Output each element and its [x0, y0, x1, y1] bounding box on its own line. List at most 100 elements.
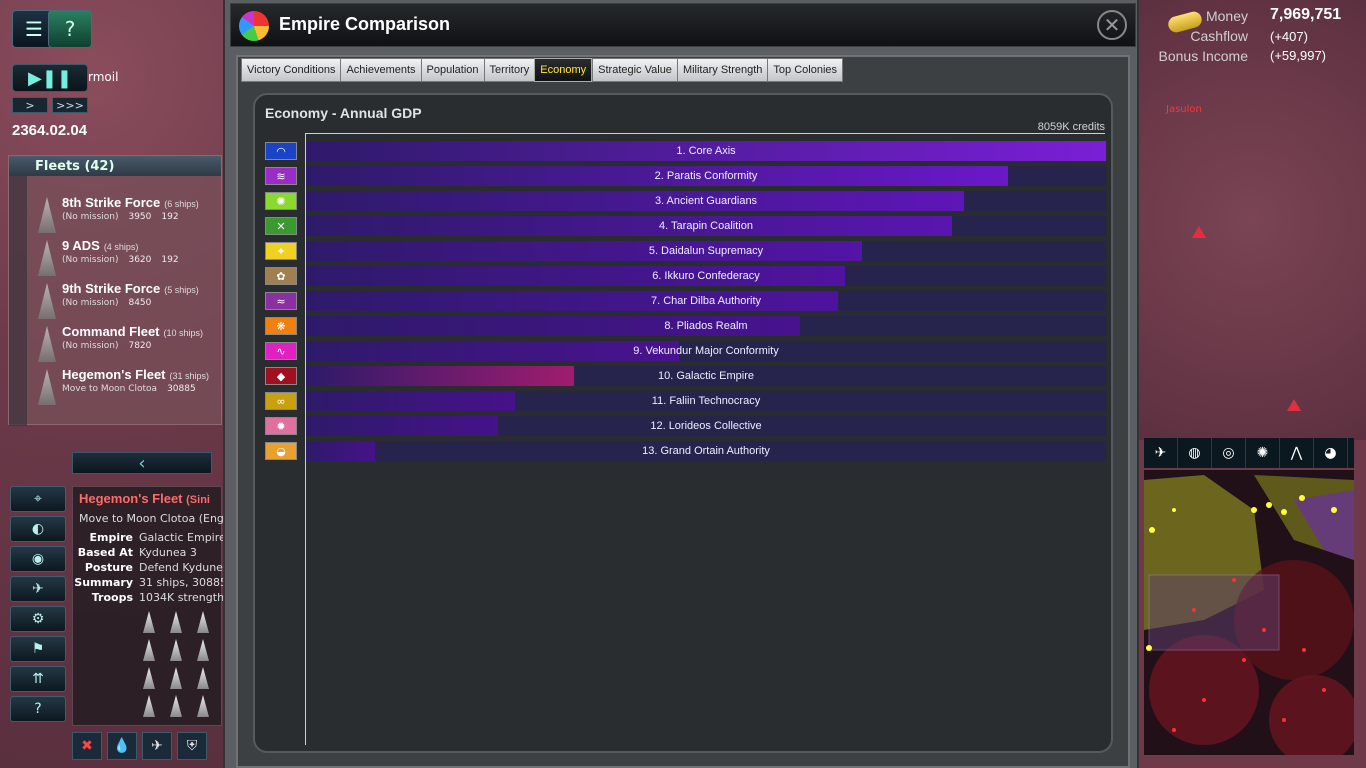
gdp-bar-row[interactable]: ∞ 11. Faliin Technocracy [255, 391, 1115, 411]
bonus-income-value: (+59,997) [1270, 48, 1327, 63]
chart-title: Economy - Annual GDP [265, 105, 422, 121]
speed-slow-button[interactable]: > [12, 97, 48, 113]
map-label-jasulon[interactable]: Jasulon [1166, 104, 1202, 115]
target-lock-button[interactable]: ⌖ [10, 486, 66, 512]
planet-toggle[interactable]: ◍ [1178, 438, 1212, 468]
ship-icon[interactable] [143, 667, 155, 689]
fleet-list-item[interactable]: 9 ADS (4 ships) (No mission) 3620 192 [38, 238, 214, 280]
bar-label: 10. Galactic Empire [658, 370, 754, 382]
bar-track: 3. Ancient Guardians [306, 191, 1106, 211]
ship-icon[interactable] [170, 695, 182, 717]
map-marker[interactable] [1287, 399, 1301, 411]
nebula-toggle[interactable]: ⋀ [1280, 438, 1314, 468]
gdp-bar-row[interactable]: ◆ 10. Galactic Empire [255, 366, 1115, 386]
gdp-bar-row[interactable]: ✹ 12. Lorideos Collective [255, 416, 1115, 436]
fleet-ship-grid[interactable] [137, 607, 223, 722]
bar-label: 12. Lorideos Collective [650, 420, 762, 432]
gdp-bar-row[interactable]: ✕ 4. Tarapin Coalition [255, 216, 1115, 236]
gdp-bar-row[interactable]: ❋ 8. Pliados Realm [255, 316, 1115, 336]
play-pause-button[interactable]: ▶❚❚ [12, 64, 88, 92]
ship-icon[interactable] [197, 639, 209, 661]
speed-fast-button[interactable]: >>> [52, 97, 88, 113]
nebula-icon: ⋀ [1290, 445, 1303, 461]
tab-achievements[interactable]: Achievements [340, 58, 421, 82]
tab-territory[interactable]: Territory [483, 58, 535, 82]
dialog-titlebar[interactable]: Empire Comparison ✕ [230, 3, 1136, 47]
fleet-button[interactable]: ⇈ [10, 666, 66, 692]
bar-label: 2. Paratis Conformity [654, 170, 758, 182]
money-value: 7,969,751 [1270, 6, 1342, 23]
fleet-info-row: Based At Kydunea 3 [73, 546, 223, 559]
ship-icon[interactable] [143, 695, 155, 717]
map-marker[interactable] [1192, 226, 1206, 238]
fleet-name: 9th Strike Force (5 ships) [62, 281, 199, 296]
gdp-bar-row[interactable]: ✿ 6. Ikkuro Confederacy [255, 266, 1115, 286]
map-label[interactable]: rmoil [88, 70, 118, 84]
ship-button[interactable]: ✈ [10, 576, 66, 602]
fleets-title: Fleets (42) [35, 158, 115, 174]
shield-button[interactable]: ⛨ [177, 732, 207, 760]
planet-button[interactable]: ◐ [10, 516, 66, 542]
minimap[interactable] [1144, 470, 1354, 755]
empire-flag-icon: ✿ [265, 267, 297, 285]
tab-victory-conditions[interactable]: Victory Conditions [241, 58, 341, 82]
fleet-list-item[interactable]: Command Fleet (10 ships) (No mission) 7820 [38, 324, 214, 366]
ship-button[interactable]: ✈ [142, 732, 172, 760]
ship-icon[interactable] [170, 667, 182, 689]
sun-toggle[interactable]: ✺ [1246, 438, 1280, 468]
empire-flag-icon: ✦ [265, 242, 297, 260]
tab-military-strength[interactable]: Military Strength [676, 58, 768, 82]
fleet-info-row: Summary 31 ships, 30885 [73, 576, 227, 589]
gear-button[interactable]: ⚙ [10, 606, 66, 632]
fleet-list-item[interactable]: Hegemon's Fleet (31 ships) Move to Moon Cl… [38, 367, 214, 409]
help-button[interactable]: ? [48, 10, 92, 48]
ship-icon[interactable] [143, 611, 155, 633]
bar-track: 5. Daidalun Supremacy [306, 241, 1106, 261]
info-key: Empire [89, 531, 133, 544]
collapse-panel-button[interactable]: ‹ [72, 452, 212, 474]
flag-button[interactable]: ⚑ [10, 636, 66, 662]
cancel-button[interactable]: ✖ [72, 732, 102, 760]
gdp-bar-row[interactable]: ≈7. Char Dilba Authority [255, 291, 1115, 311]
tab-strategic-value[interactable]: Strategic Value [592, 58, 677, 82]
gdp-bar-row[interactable]: ◠ 1. Core Axis [255, 141, 1115, 161]
play-pause-icon: ▶❚❚ [27, 67, 72, 89]
gdp-bar-row[interactable]: ✦ 5. Daidalun Supremacy [255, 241, 1115, 261]
gdp-bar-row[interactable]: ✺ 3. Ancient Guardians [255, 191, 1115, 211]
fleet-info-title: Hegemon's Fleet (Sini [79, 491, 210, 506]
planet-icon: ◍ [1188, 445, 1201, 461]
eye-button[interactable]: ◉ [10, 546, 66, 572]
galaxy-map-right[interactable] [1136, 0, 1366, 440]
bar-label: 4. Tarapin Coalition [659, 220, 753, 232]
globe-toggle[interactable]: ◕ [1314, 438, 1348, 468]
bar-label: 13. Grand Ortain Authority [642, 445, 770, 457]
ship-icon[interactable] [197, 695, 209, 717]
drop-button[interactable]: 💧 [107, 732, 137, 760]
fleet-filter-sidebar[interactable] [9, 176, 27, 426]
fleet-name: 9 ADS (4 ships) [62, 238, 139, 253]
help-button[interactable]: ? [10, 696, 66, 722]
bar-label: 3. Ancient Guardians [654, 195, 758, 207]
gdp-bar-row[interactable]: ◒ 13. Grand Ortain Authority [255, 441, 1115, 461]
info-key: Based At [77, 546, 133, 559]
gdp-bar-row[interactable]: ≋ 2. Paratis Conformity [255, 166, 1115, 186]
empire-flag-icon: ✹ [265, 417, 297, 435]
ship-icon[interactable] [143, 639, 155, 661]
fleet-mission: Move to Moon Clotoa 30885 [62, 384, 196, 394]
ship-toggle[interactable]: ✈ [1144, 438, 1178, 468]
tab-economy[interactable]: Economy [534, 58, 593, 82]
ship-icon[interactable] [170, 611, 182, 633]
gdp-bar-row[interactable]: ∿ 9. Vekundur Major Conformity [255, 341, 1115, 361]
ship-icon[interactable] [170, 639, 182, 661]
ship-icon[interactable] [197, 611, 209, 633]
fleet-list-item[interactable]: 9th Strike Force (5 ships) (No mission) 845… [38, 281, 214, 323]
ship-icon[interactable] [197, 667, 209, 689]
help-icon: ? [34, 701, 42, 717]
fleets-header[interactable]: Fleets (42) [9, 156, 221, 176]
close-button[interactable]: ✕ [1097, 10, 1127, 40]
fleet-list-item[interactable]: 8th Strike Force (6 ships) (No mission) 395… [38, 195, 214, 237]
bar-track: 6. Ikkuro Confederacy [306, 266, 1106, 286]
tab-population[interactable]: Population [420, 58, 484, 82]
tab-top-colonies[interactable]: Top Colonies [767, 58, 844, 82]
ring-toggle[interactable]: ◎ [1212, 438, 1246, 468]
